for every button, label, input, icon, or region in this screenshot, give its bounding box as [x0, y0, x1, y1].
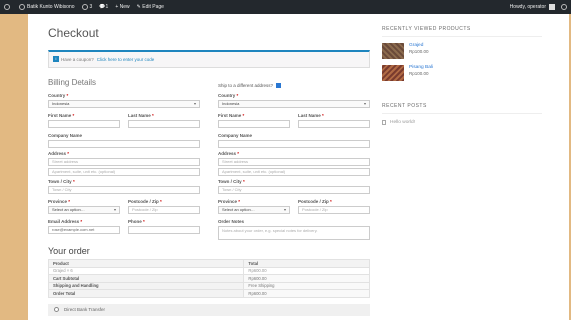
billing-first-name-label: First Name *	[48, 113, 75, 118]
billing-address2-input[interactable]: Apartment, suite, unit etc. (optional)	[48, 168, 200, 176]
shipping-column: Ship to a different address? Country * I…	[218, 78, 370, 240]
product-name[interactable]: Pisang Bali	[409, 65, 433, 70]
billing-address-input[interactable]: Street address	[48, 158, 200, 166]
new-content-link[interactable]: + New	[115, 4, 129, 10]
shipping-country-label: Country *	[218, 93, 239, 98]
shipping-value: Free Shipping	[243, 281, 370, 290]
total-value: Rp600.00	[243, 289, 370, 298]
shipping-heading: Ship to a different address?	[218, 78, 370, 90]
coupon-link[interactable]: Click here to enter your code	[97, 57, 155, 62]
subtotal-value: Rp600.00	[243, 274, 370, 283]
shipping-last-name-input[interactable]	[298, 120, 370, 128]
billing-province-label: Province *	[48, 199, 71, 204]
updates-icon	[81, 4, 88, 10]
item-product: Grajed × 6	[47, 266, 245, 275]
shipping-first-name-input[interactable]	[218, 120, 290, 128]
recent-posts-title: RECENT POSTS	[382, 103, 542, 114]
shipping-province-label: Province *	[218, 199, 241, 204]
product-thumbnail[interactable]	[382, 65, 404, 81]
list-item[interactable]: Pisang Bali Rp100.00	[382, 65, 542, 81]
billing-email-label: Email Address *	[48, 219, 83, 224]
billing-last-name-input[interactable]	[128, 120, 200, 128]
shipping-company-label: Company Name	[218, 133, 253, 138]
search-icon[interactable]	[561, 4, 567, 10]
billing-province-select[interactable]: Select an option…	[48, 206, 120, 214]
billing-postcode-label: Postcode / Zip *	[128, 199, 162, 204]
updates-link[interactable]: 3	[81, 4, 92, 10]
billing-company-input[interactable]	[48, 140, 200, 148]
product-price: Rp100.00	[409, 71, 429, 76]
document-icon	[382, 120, 386, 125]
shipping-address2-input[interactable]: Apartment, suite, unit etc. (optional)	[218, 168, 370, 176]
order-heading: Your order	[48, 246, 90, 256]
shipping-first-name-label: First Name *	[218, 113, 245, 118]
shipping-company-input[interactable]	[218, 140, 370, 148]
billing-city-input[interactable]: Town / City	[48, 186, 200, 194]
shipping-postcode-label: Postcode / Zip *	[298, 199, 332, 204]
account-menu[interactable]: Howdy, operator	[510, 4, 546, 10]
subtotal-label: Cart Subtotal	[47, 274, 245, 283]
ship-different-checkbox[interactable]	[275, 82, 281, 88]
avatar[interactable]	[549, 4, 555, 10]
info-icon: i	[53, 56, 59, 62]
order-notes-textarea[interactable]: Notes about your order, e.g. special not…	[218, 226, 370, 240]
list-item[interactable]: Grajed Rp100.00	[382, 43, 542, 59]
shipping-city-input[interactable]: Town / City	[218, 186, 370, 194]
subtotal-row: Cart Subtotal Rp600.00	[47, 274, 370, 283]
total-row: Order Total Rp600.00	[47, 289, 370, 298]
billing-country-label: Country *	[48, 93, 69, 98]
billing-last-name-label: Last Name *	[128, 113, 154, 118]
shipping-last-name-label: Last Name *	[298, 113, 324, 118]
payment-method[interactable]: Direct Bank Transfer	[48, 303, 370, 316]
shipping-row: Shipping and Handling Free Shipping	[47, 281, 370, 290]
list-item[interactable]: Hello world!	[382, 120, 542, 125]
order-table: Product Total Grajed × 6 Rp600.00 Cart S…	[47, 259, 370, 298]
coupon-text: Have a coupon?	[61, 57, 94, 62]
shipping-address-input[interactable]: Street address	[218, 158, 370, 166]
comments-link[interactable]: 💬 1	[99, 4, 108, 10]
shipping-province-select[interactable]: Select an option…	[218, 206, 290, 214]
total-label: Order Total	[47, 289, 245, 298]
admin-bar: Batik Kunto Wibisono 3 💬 1 + New ✎ Edit P…	[0, 0, 571, 14]
site-name-link[interactable]: Batik Kunto Wibisono	[19, 4, 75, 10]
payment-label: Direct Bank Transfer	[64, 307, 106, 312]
post-link[interactable]: Hello world!	[390, 120, 415, 125]
table-row: Grajed × 6 Rp600.00	[47, 266, 370, 275]
shipping-postcode-input[interactable]: Postcode / Zip	[298, 206, 370, 214]
table-header-row: Product Total	[47, 259, 370, 268]
coupon-notice: i Have a coupon? Click here to enter you…	[48, 50, 370, 68]
order-notes-label: Order Notes	[218, 219, 245, 224]
shipping-city-label: Town / City *	[218, 179, 245, 184]
billing-phone-label: Phone *	[128, 219, 145, 224]
page-container: Checkout i Have a coupon? Click here to …	[28, 14, 569, 320]
payment-radio[interactable]	[54, 307, 59, 312]
shipping-address-label: Address *	[218, 151, 240, 156]
billing-first-name-input[interactable]	[48, 120, 120, 128]
wordpress-logo-icon[interactable]	[4, 4, 12, 10]
shipping-country-select[interactable]: Indonesia	[218, 100, 370, 108]
main-content: Checkout i Have a coupon? Click here to …	[47, 14, 370, 316]
col-total: Total	[243, 259, 370, 268]
billing-email-input[interactable]: rose@example.com.net	[48, 226, 120, 234]
billing-address-label: Address *	[48, 151, 70, 156]
item-total: Rp600.00	[243, 266, 370, 275]
checkout-columns: Billing Details Country * Indonesia Firs…	[48, 78, 370, 240]
sidebar: RECENTLY VIEWED PRODUCTS Grajed Rp100.00…	[382, 14, 542, 125]
page-title: Checkout	[48, 26, 99, 40]
billing-country-select[interactable]: Indonesia	[48, 100, 200, 108]
recent-products-title: RECENTLY VIEWED PRODUCTS	[382, 26, 542, 37]
product-thumbnail[interactable]	[382, 43, 404, 59]
billing-city-label: Town / City *	[48, 179, 75, 184]
shipping-label: Shipping and Handling	[47, 281, 245, 290]
billing-company-label: Company Name	[48, 133, 83, 138]
billing-postcode-input[interactable]: Postcode / Zip	[128, 206, 200, 214]
col-product: Product	[47, 259, 245, 268]
product-price: Rp100.00	[409, 49, 429, 54]
billing-phone-input[interactable]	[128, 226, 200, 234]
home-icon	[19, 4, 25, 10]
edit-page-link[interactable]: ✎ Edit Page	[137, 4, 164, 10]
billing-heading: Billing Details	[48, 78, 97, 87]
product-name[interactable]: Grajed	[409, 43, 429, 48]
billing-column: Billing Details Country * Indonesia Firs…	[48, 78, 200, 240]
